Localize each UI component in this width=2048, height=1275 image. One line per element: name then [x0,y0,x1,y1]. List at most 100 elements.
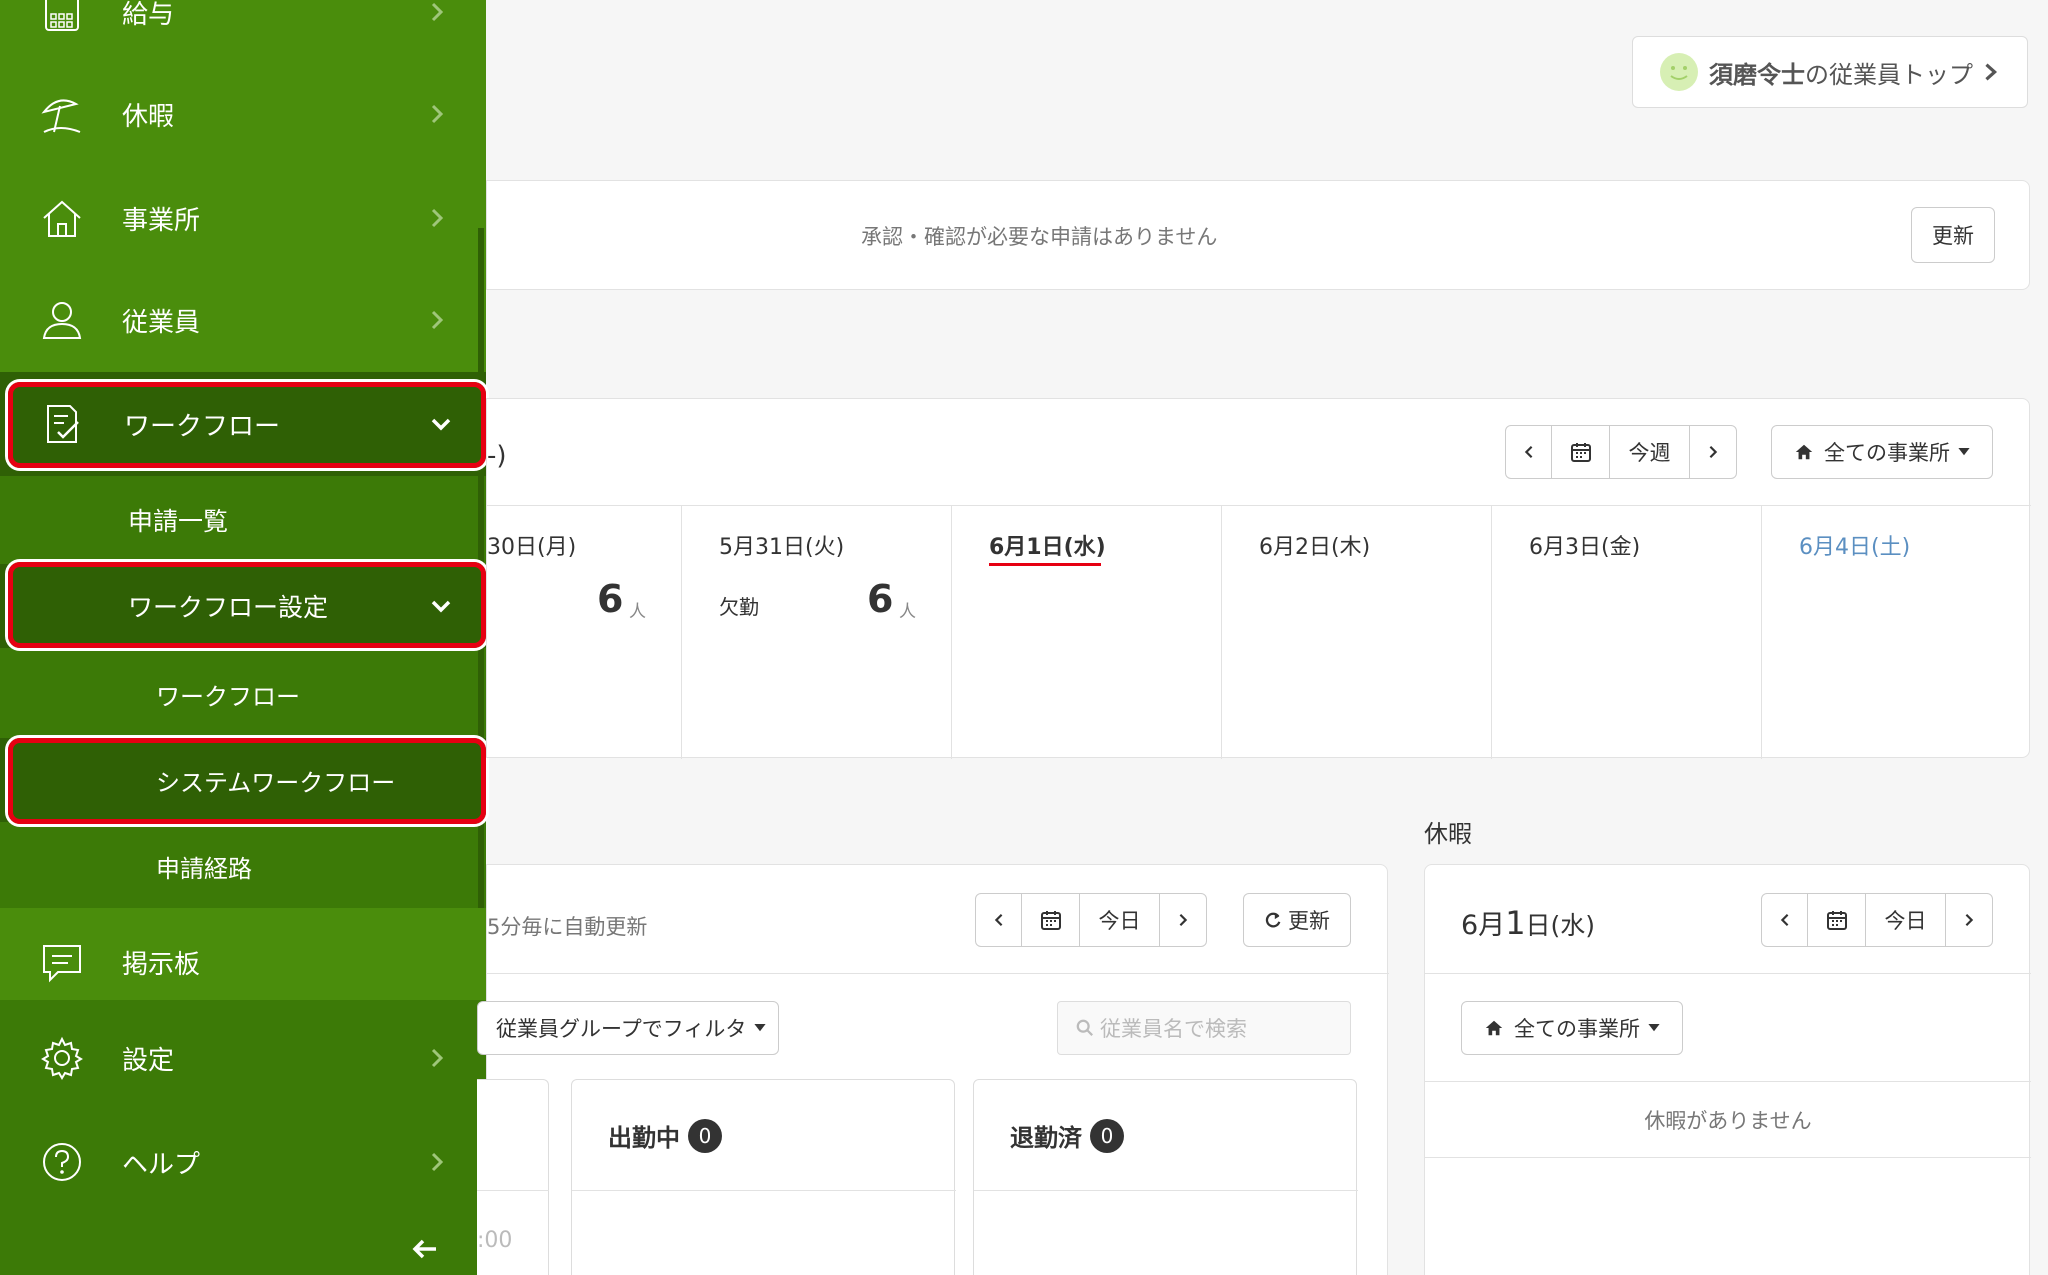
collapse-sidebar-icon[interactable] [410,1234,440,1264]
divider [487,973,1389,974]
next-day-button[interactable] [1946,894,1992,946]
person-icon [42,302,82,339]
submenu-application-route[interactable]: 申請経路 [156,844,252,888]
submenu-label: 申請経路 [156,854,252,883]
today-button[interactable]: 今日 [1080,894,1160,946]
today-underline [989,563,1101,566]
sidebar-item-payroll[interactable]: 給与 [0,0,486,64]
employee-top-button[interactable]: 須磨令士 の従業員トップ [1632,36,2028,108]
leave-date-navigator: 今日 [1761,893,1993,947]
day-label: 6月3日(金) [1529,535,1641,560]
status-column-partial: :00 [477,1079,549,1275]
leave-section-title: 休暇 [1424,820,1472,848]
sidebar-item-label: 事業所 [122,205,201,236]
this-week-button[interactable]: 今週 [1610,426,1690,478]
sidebar-item-label: 給与 [122,0,175,30]
chevron-right-icon [1965,913,1974,927]
sidebar-item-employees[interactable]: 従業員 [0,268,486,372]
chevron-left-icon [1524,445,1532,459]
calendar-button[interactable] [1022,894,1080,946]
prev-day-button[interactable] [1762,894,1808,946]
sidebar-item-label: 掲示板 [122,949,201,980]
divider [1761,505,1762,759]
today-button[interactable]: 今日 [1866,894,1946,946]
divider [1425,1157,2031,1158]
sidebar-item-leave[interactable]: 休暇 [0,62,486,166]
approvals-empty-message: 承認・確認が必要な申請はありません [861,225,1218,249]
highlight-box [8,562,486,648]
employee-group-filter-dropdown[interactable]: 従業員グループでフィルタ [477,1001,779,1055]
leave-date: 6月 1 日(水) [1461,903,1595,942]
leave-date-weekday: 日(水) [1525,911,1596,940]
message-board-icon [43,945,81,983]
caret-down-icon [1958,448,1970,456]
sidebar-item-settings[interactable]: 設定 [0,1006,486,1110]
home-icon [1485,1020,1503,1036]
leave-card: 6月 1 日(水) 今日 全ての事業所 休暇がありません [1424,864,2031,1275]
chevron-left-icon [1780,913,1788,927]
calendar-icon [1040,911,1061,930]
calendar-button[interactable] [1808,894,1866,946]
next-day-button[interactable] [1160,894,1206,946]
status-column-working: 出勤中 0 [571,1079,956,1275]
day-attendance-type: 欠勤 [719,595,759,619]
sidebar: 給与 休暇 事業所 従業員 ワークフロー 申請一覧 ワークフロー設定 ワークフロ… [0,0,486,1275]
status-count-badge: 0 [688,1118,722,1153]
chevron-right-icon [1709,445,1718,459]
leave-empty-message: 休暇がありません [1644,1109,1812,1133]
day-count: 6 [597,577,624,621]
gear-icon [41,1036,83,1080]
beach-umbrella-icon [41,99,81,133]
employee-search-input[interactable]: 従業員名で検索 [1057,1001,1351,1055]
attendance-refresh-button[interactable]: 更新 [1243,893,1351,947]
refresh-icon [1265,912,1281,928]
submenu-workflow[interactable]: ワークフロー [156,672,300,716]
day-label: 6月2日(木) [1259,535,1371,560]
calendar-button[interactable] [1552,426,1610,478]
next-week-button[interactable] [1690,426,1736,478]
weekly-attendance-card: -) 今週 全ての事業所 30日(月) 6 人 5月31日(火) 欠勤 6 人 … [486,398,2031,759]
chevron-right-icon [431,2,444,22]
office-filter-dropdown[interactable]: 全ての事業所 [1771,425,1993,479]
chevron-right-icon [431,1048,444,1068]
prev-week-button[interactable] [1506,426,1552,478]
status-header: 出勤中 0 [608,1118,722,1153]
sidebar-item-board[interactable]: 掲示板 [0,910,486,1014]
time-fragment: :00 [477,1228,513,1253]
highlight-box [8,382,486,468]
status-label: 出勤中 [608,1124,680,1152]
divider [572,1190,956,1191]
approvals-card: 承認・確認が必要な申請はありません 更新 [486,180,2030,290]
office-filter-label: 全ての事業所 [1514,1017,1640,1041]
sidebar-item-help[interactable]: ヘルプ [0,1110,486,1214]
divider [487,505,2031,506]
day-unit: 人 [899,602,916,622]
prev-day-button[interactable] [976,894,1022,946]
group-filter-label: 従業員グループでフィルタ [496,1017,747,1041]
day-unit: 人 [629,602,646,622]
chevron-right-icon [431,1152,444,1172]
submenu-label: ワークフロー [156,682,300,711]
divider [681,505,682,759]
day-label: 5月31日(火) [719,535,845,560]
leave-date-month: 6月 [1461,910,1506,941]
refresh-button[interactable]: 更新 [1911,207,1995,263]
divider [1221,505,1222,759]
office-filter-label: 全ての事業所 [1824,441,1950,465]
status-count-badge: 0 [1090,1118,1124,1153]
sidebar-item-label: 設定 [122,1045,175,1076]
sidebar-item-office[interactable]: 事業所 [0,166,486,270]
search-placeholder: 従業員名で検索 [1100,1017,1247,1041]
week-navigator: 今週 [1505,425,1737,479]
leave-date-day: 1 [1505,904,1526,942]
leave-office-filter-dropdown[interactable]: 全ての事業所 [1461,1001,1683,1055]
caret-down-icon [754,1024,766,1032]
submenu-application-list[interactable]: 申請一覧 [128,498,228,542]
calendar-icon [1826,911,1847,930]
divider [974,1190,1358,1191]
submenu-label: 申請一覧 [128,507,229,536]
chevron-left-icon [994,913,1002,927]
calendar-icon [1570,443,1591,462]
chevron-right-icon [1985,63,1998,81]
day-label: 30日(月) [487,535,577,560]
